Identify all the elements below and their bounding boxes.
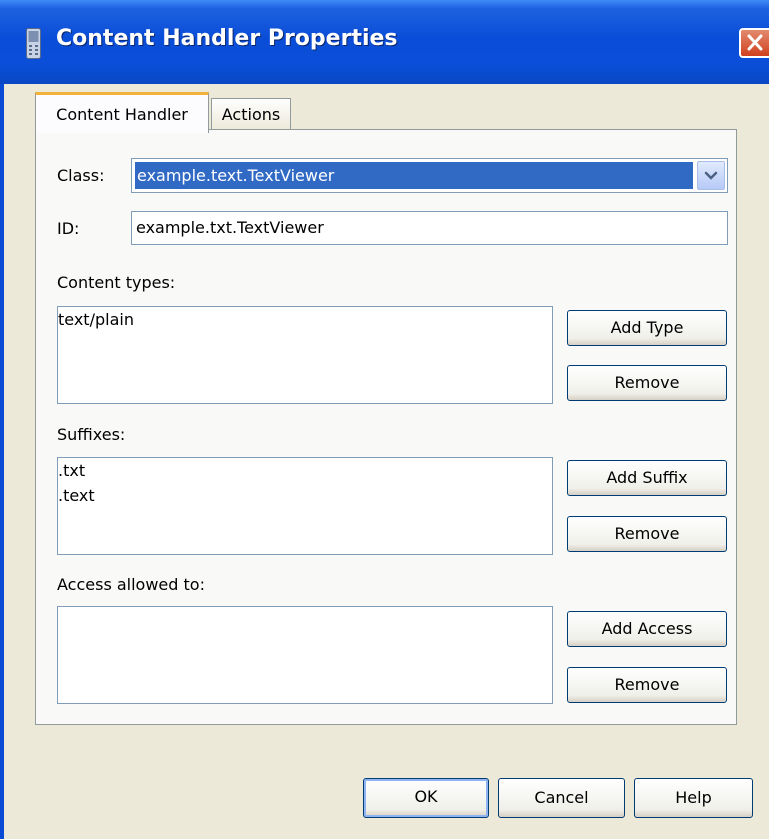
access-label: Access allowed to: xyxy=(57,575,205,594)
add-access-button[interactable]: Add Access xyxy=(567,611,727,647)
remove-access-button[interactable]: Remove xyxy=(567,667,727,703)
id-label: ID: xyxy=(57,219,80,238)
tab-actions[interactable]: Actions xyxy=(211,98,291,131)
class-combobox[interactable]: example.text.TextViewer xyxy=(131,158,728,193)
list-item[interactable]: .txt xyxy=(58,458,552,483)
help-button[interactable]: Help xyxy=(634,778,753,818)
phone-icon xyxy=(26,28,41,59)
close-button[interactable] xyxy=(739,28,769,58)
class-dropdown-button[interactable] xyxy=(697,161,725,190)
chevron-down-icon xyxy=(704,171,718,180)
window-frame-left xyxy=(0,84,4,839)
content-types-list[interactable]: text/plain xyxy=(57,306,553,404)
ok-button[interactable]: OK xyxy=(363,778,489,818)
list-item[interactable]: text/plain xyxy=(58,307,552,332)
suffixes-list[interactable]: .txt .text xyxy=(57,457,553,555)
content-handler-properties-dialog: Content Handler Properties Actions Conte… xyxy=(0,0,769,839)
cancel-button[interactable]: Cancel xyxy=(498,778,625,818)
class-selected-value[interactable]: example.text.TextViewer xyxy=(135,162,693,189)
remove-type-button[interactable]: Remove xyxy=(567,365,727,401)
add-suffix-button[interactable]: Add Suffix xyxy=(567,460,727,496)
title-bar[interactable]: Content Handler Properties xyxy=(0,0,769,84)
list-item[interactable]: .text xyxy=(58,483,552,508)
access-list[interactable] xyxy=(57,606,553,704)
close-icon xyxy=(747,34,763,51)
content-types-label: Content types: xyxy=(57,273,176,292)
add-type-button[interactable]: Add Type xyxy=(567,310,727,346)
window-title: Content Handler Properties xyxy=(56,26,398,51)
tab-content-handler[interactable]: Content Handler xyxy=(35,92,209,133)
class-label: Class: xyxy=(57,166,105,185)
id-field[interactable]: example.txt.TextViewer xyxy=(131,211,728,245)
remove-suffix-button[interactable]: Remove xyxy=(567,516,727,552)
suffixes-label: Suffixes: xyxy=(57,425,126,444)
